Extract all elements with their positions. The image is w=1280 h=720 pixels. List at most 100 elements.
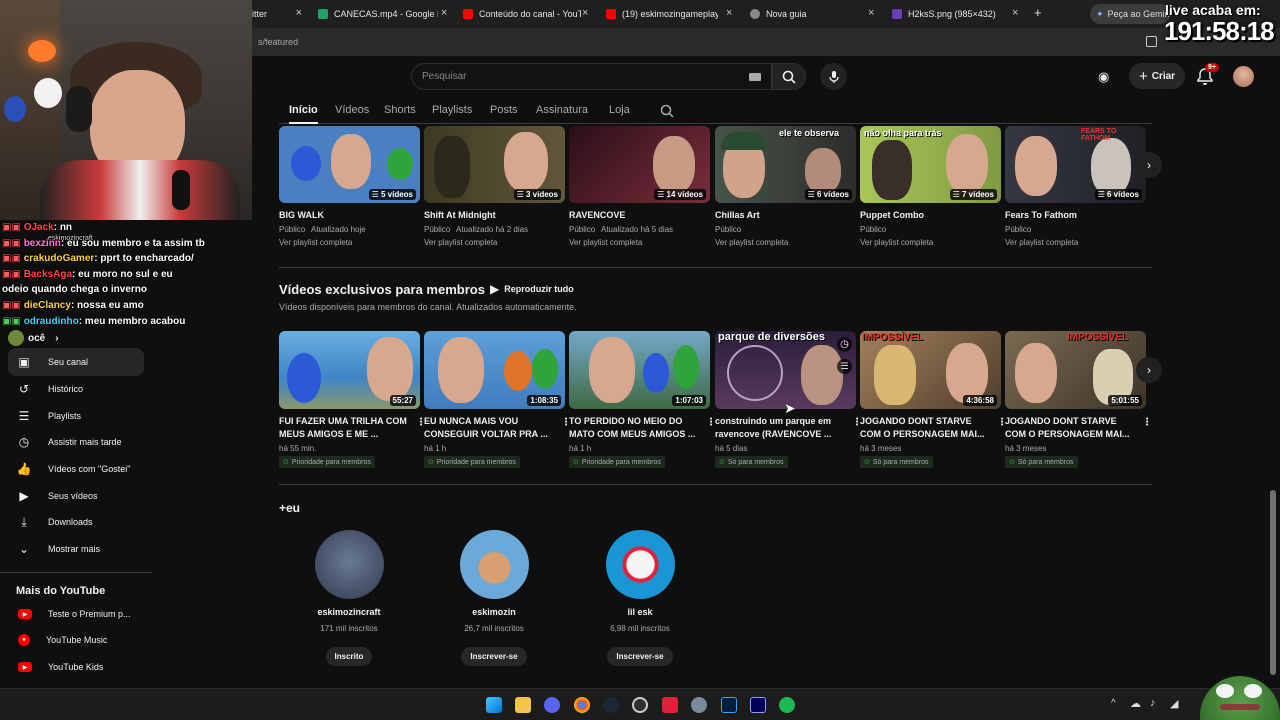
playlist-title[interactable]: RAVENCOVE	[569, 209, 625, 222]
search-button[interactable]	[772, 63, 806, 90]
video-title[interactable]: EU NUNCA MAIS VOU	[424, 415, 518, 428]
watch-later-icon[interactable]: ◷	[837, 337, 852, 352]
playlist-thumbnail[interactable]: ele te observa ☰ 6 vídeos	[715, 126, 856, 203]
playlist-title[interactable]: Chillas Art	[715, 209, 760, 222]
create-button[interactable]: + Criar	[1129, 63, 1185, 89]
tab-videos[interactable]: Vídeos	[335, 104, 369, 116]
sidebar-item-downloads[interactable]: ⤓ Downloads	[8, 508, 144, 536]
channel-card[interactable]: lil esk 6,98 mil inscritos Inscrever-se	[580, 530, 700, 666]
video-title[interactable]: COM O PERSONAGEM MAI...	[1005, 428, 1130, 441]
view-playlist-link[interactable]: Ver playlist completa	[569, 238, 642, 247]
view-playlist-link[interactable]: Ver playlist completa	[860, 238, 933, 247]
close-icon[interactable]: ×	[441, 7, 447, 19]
voice-search-button[interactable]	[820, 63, 847, 90]
video-title[interactable]: ravencove (RAVENCOVE ...	[715, 428, 831, 441]
playlist-title[interactable]: BIG WALK	[279, 209, 324, 222]
sidebar-item-youtube-music[interactable]: ● YouTube Music	[8, 627, 107, 653]
sidebar-item-historico[interactable]: ↺ Histórico	[8, 375, 144, 403]
video-title[interactable]: COM O PERSONAGEM MAI...	[860, 428, 985, 441]
video-title[interactable]: TO PERDIDO NO MEIO DO	[569, 415, 682, 428]
sidebar-item-seus-videos[interactable]: ▶ Seus vídeos	[8, 482, 144, 510]
avatar[interactable]	[1233, 66, 1254, 87]
close-icon[interactable]: ×	[582, 7, 588, 19]
video-thumbnail[interactable]: IMPOSSÍVEL 4:36:58	[860, 331, 1001, 409]
search-input[interactable]: Pesquisar	[411, 63, 772, 90]
channel-name[interactable]: eskimozin	[434, 607, 554, 617]
chrome-icon[interactable]	[574, 697, 590, 713]
view-playlist-link[interactable]: Ver playlist completa	[424, 238, 497, 247]
sidebar-item-assistir-mais-tarde[interactable]: ◷ Assistir mais tarde	[8, 428, 144, 456]
sidebar-item-gostei[interactable]: 👍 Vídeos com "Gostei"	[8, 455, 144, 483]
play-all-button[interactable]: ▶ Reproduzir tudo	[490, 282, 574, 296]
channel-avatar[interactable]	[314, 530, 384, 599]
playlist-title[interactable]: Puppet Combo	[860, 209, 924, 222]
tab-playlists[interactable]: Playlists	[432, 104, 472, 116]
photoshop-icon[interactable]	[721, 697, 737, 713]
channel-search-icon[interactable]	[660, 104, 674, 118]
tab-loja[interactable]: Loja	[609, 104, 630, 116]
gemini-button[interactable]: ✦ Peça ao Gemini	[1090, 4, 1170, 24]
windows-start-icon[interactable]	[486, 697, 502, 713]
playlist-thumbnail[interactable]: ☰ 14 vídeos	[569, 126, 710, 203]
file-explorer-icon[interactable]	[515, 697, 531, 713]
subscribed-button[interactable]: Inscrito	[325, 647, 373, 666]
browser-tab[interactable]: CANECAS.mp4 - Google D	[318, 4, 438, 24]
settings-icon[interactable]	[691, 697, 707, 713]
tab-assinatura[interactable]: Assinatura	[536, 104, 588, 116]
premiere-icon[interactable]	[750, 697, 766, 713]
playlist-thumbnail[interactable]: ☰ 3 vídeos	[424, 126, 565, 203]
more-options-icon[interactable]: ⋮	[1142, 417, 1152, 428]
sidebar-item-playlists[interactable]: ☰ Playlists	[8, 402, 144, 430]
you-section-row[interactable]: ocê ›	[8, 328, 59, 348]
video-thumbnail[interactable]: IMPOSSÍVEL 5:01:55	[1005, 331, 1146, 409]
channel-name[interactable]: eskimozincraft	[289, 607, 409, 617]
browser-tab[interactable]: Nova guia	[750, 4, 860, 24]
add-to-queue-icon[interactable]: ☰	[837, 359, 852, 374]
video-title[interactable]: MATO COM MEUS AMIGOS ...	[569, 428, 695, 441]
channel-card[interactable]: eskimozin 26,7 mil inscritos Inscrever-s…	[434, 530, 554, 666]
channel-card[interactable]: eskimozincraft 171 mil inscritos Inscrit…	[289, 530, 409, 666]
video-title[interactable]: JOGANDO DONT STARVE	[1005, 415, 1117, 428]
next-arrow-button[interactable]: ›	[1136, 357, 1162, 383]
url-text[interactable]: s/featured	[258, 37, 298, 47]
sidebar-item-seu-canal[interactable]: ▣ Seu canal	[8, 348, 144, 376]
close-icon[interactable]: ×	[868, 7, 874, 19]
sidebar-item-premium[interactable]: ▶ Teste o Premium p...	[8, 601, 131, 627]
playlist-thumbnail[interactable]: FEARS TO FATHOM ☰ 6 vídeos	[1005, 126, 1146, 203]
channel-avatar[interactable]	[605, 530, 675, 599]
steam-icon[interactable]	[603, 697, 619, 713]
keyboard-icon[interactable]	[749, 73, 761, 81]
notifications-button[interactable]: 9+	[1197, 63, 1219, 86]
subscribe-button[interactable]: Inscrever-se	[461, 647, 527, 666]
video-title[interactable]: JOGANDO DONT STARVE	[860, 415, 972, 428]
sidebar-item-mostrar-mais[interactable]: ⌄ Mostrar mais	[8, 535, 144, 563]
sidebar-item-youtube-kids[interactable]: ▶ YouTube Kids	[8, 654, 103, 680]
playlist-title[interactable]: Shift At Midnight	[424, 209, 496, 222]
video-title[interactable]: MEUS AMIGOS E ME ...	[279, 428, 378, 441]
mic-tray-icon[interactable]: ♪	[1150, 697, 1156, 709]
cloud-icon[interactable]: ☁	[1130, 697, 1141, 710]
close-icon[interactable]: ×	[1012, 7, 1018, 19]
playlist-title[interactable]: Fears To Fathom	[1005, 209, 1077, 222]
browser-tab[interactable]: H2ksS.png (985×432)	[892, 4, 1002, 24]
video-title[interactable]: CONSEGUIR VOLTAR PRA ...	[424, 428, 548, 441]
view-playlist-link[interactable]: Ver playlist completa	[715, 238, 788, 247]
channel-avatar[interactable]	[459, 530, 529, 599]
video-thumbnail[interactable]: 55:27	[279, 331, 420, 409]
video-title[interactable]: construindo um parque em	[715, 415, 831, 428]
browser-tab[interactable]: (19) eskimozingameplaysH	[606, 4, 718, 24]
eye-icon[interactable]: ◉	[1098, 69, 1109, 85]
new-tab-icon[interactable]: +	[1034, 5, 1042, 20]
tab-shorts[interactable]: Shorts	[384, 104, 416, 116]
video-title[interactable]: FUI FAZER UMA TRILHA COM	[279, 415, 407, 428]
discord-icon[interactable]	[544, 697, 560, 713]
tab-posts[interactable]: Posts	[490, 104, 518, 116]
close-icon[interactable]: ×	[726, 7, 732, 19]
subscribe-button[interactable]: Inscrever-se	[607, 647, 673, 666]
browser-tab[interactable]: itter ×	[252, 4, 302, 24]
channel-name[interactable]: lil esk	[580, 607, 700, 617]
video-thumbnail[interactable]: parque de diversões ◷ ☰	[715, 331, 856, 409]
playlist-thumbnail[interactable]: ☰ 5 vídeos	[279, 126, 420, 203]
view-playlist-link[interactable]: Ver playlist completa	[1005, 238, 1078, 247]
next-arrow-button[interactable]: ›	[1136, 152, 1162, 178]
